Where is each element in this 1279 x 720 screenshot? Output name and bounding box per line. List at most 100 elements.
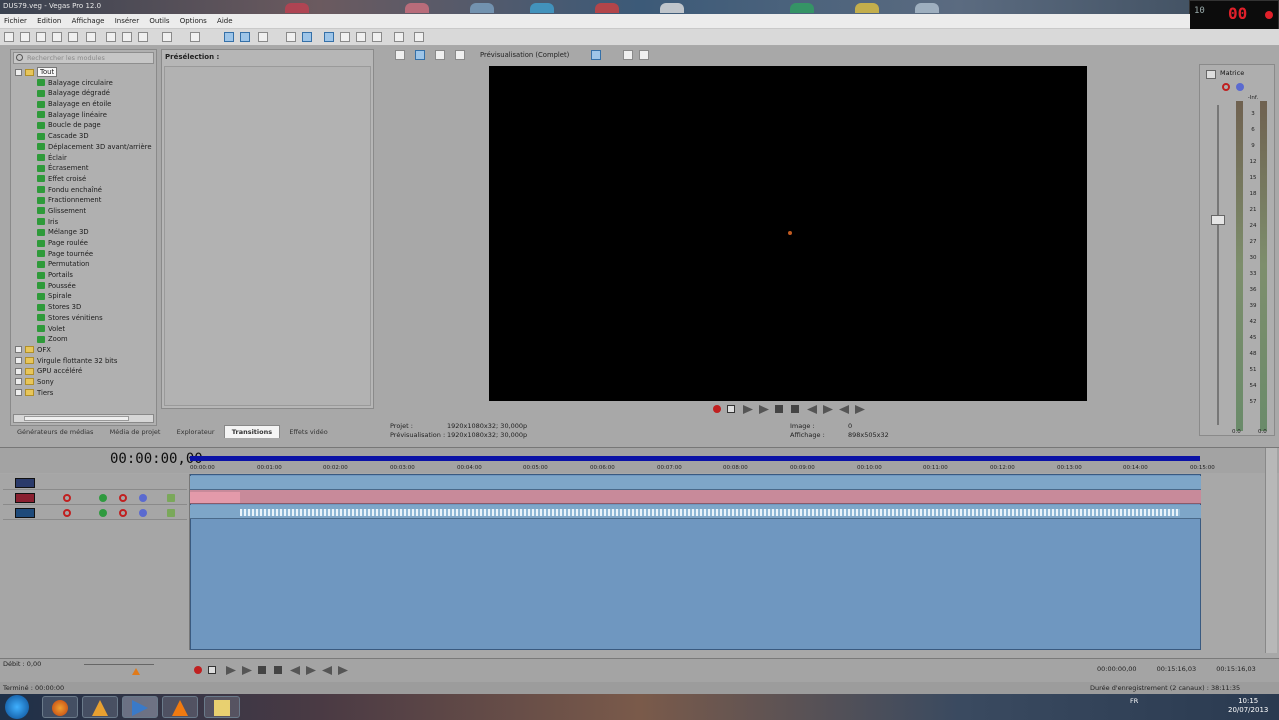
tree-item[interactable]: Cascade 3D <box>15 131 155 142</box>
audio-waveform[interactable] <box>240 509 1180 516</box>
expand-toggle-icon[interactable] <box>15 378 22 386</box>
open-folder-icon[interactable] <box>20 32 30 42</box>
pause-icon[interactable] <box>258 666 266 674</box>
normal-edit-tool-icon[interactable] <box>224 32 234 42</box>
tree-folder[interactable]: OFX <box>15 345 155 356</box>
loop-icon[interactable] <box>208 666 216 674</box>
master-properties-icon[interactable] <box>1206 70 1216 79</box>
go-to-end-icon[interactable] <box>306 666 316 675</box>
auto-crossfade-icon[interactable] <box>324 32 334 42</box>
track-mute-icon[interactable] <box>139 509 147 517</box>
tree-item[interactable]: Fondu enchaîné <box>15 185 155 196</box>
tree-item[interactable]: Stores vénitiens <box>15 313 155 324</box>
track-fx-icon[interactable] <box>63 494 71 502</box>
expand-toggle-icon[interactable] <box>15 346 22 354</box>
envelope-tool-icon[interactable] <box>240 32 250 42</box>
mute-icon[interactable] <box>1236 83 1244 91</box>
track-motion-icon[interactable] <box>99 509 107 517</box>
tab-transitions[interactable]: Transitions <box>223 425 281 438</box>
menu-edition[interactable]: Edition <box>33 14 65 25</box>
volume-fader[interactable] <box>1211 215 1225 225</box>
track-fx-icon[interactable] <box>63 509 71 517</box>
system-clock[interactable]: 10:15 20/07/2013 <box>1228 697 1268 715</box>
vlc-task[interactable] <box>162 696 198 718</box>
play-from-start-icon[interactable] <box>743 405 753 414</box>
menu-fichier[interactable]: Fichier <box>0 14 31 25</box>
undo-icon[interactable] <box>162 32 172 42</box>
start-button[interactable] <box>5 695 29 719</box>
tree-item[interactable]: Page roulée <box>15 238 155 249</box>
tree-folder[interactable]: Tout <box>15 67 155 78</box>
tree-item[interactable]: Poussée <box>15 281 155 292</box>
track-level-icon[interactable] <box>167 494 175 502</box>
track-composite-icon[interactable] <box>119 494 127 502</box>
tree-item[interactable]: Page tournée <box>15 249 155 260</box>
redo-icon[interactable] <box>190 32 200 42</box>
tree-item[interactable]: Écrasement <box>15 163 155 174</box>
video-event-clip[interactable] <box>190 492 240 503</box>
horizontal-scrollbar[interactable] <box>13 414 154 423</box>
tree-item[interactable]: Portails <box>15 270 155 281</box>
next-frame-icon[interactable] <box>855 405 865 414</box>
save-icon[interactable] <box>36 32 46 42</box>
stop-icon[interactable] <box>274 666 282 674</box>
preview-properties-icon[interactable] <box>395 50 405 60</box>
zoom-tool-icon[interactable] <box>286 32 296 42</box>
lock-envelopes-icon[interactable] <box>356 32 366 42</box>
track-motion-icon[interactable] <box>99 494 107 502</box>
save-snapshot-icon[interactable] <box>639 50 649 60</box>
track-row-video[interactable] <box>190 490 1201 504</box>
help-icon[interactable] <box>414 32 424 42</box>
menu-inserer[interactable]: Insérer <box>111 14 143 25</box>
go-to-start-icon[interactable] <box>807 405 817 414</box>
play-from-start-icon[interactable] <box>226 666 236 675</box>
snap-icon[interactable] <box>302 32 312 42</box>
expand-toggle-icon[interactable] <box>15 357 22 365</box>
scrollbar-thumb[interactable] <box>24 416 129 421</box>
tree-folder[interactable]: GPU accéléré <box>15 366 155 377</box>
track-mute-icon[interactable] <box>139 494 147 502</box>
tree-item[interactable]: Balayage en étoile <box>15 99 155 110</box>
vegas-task[interactable] <box>122 696 158 718</box>
vertical-scrollbar[interactable] <box>1265 448 1277 653</box>
tree-item[interactable]: Zoom <box>15 334 155 345</box>
tree-item[interactable]: Balayage linéaire <box>15 110 155 121</box>
previous-frame-icon[interactable] <box>322 666 332 675</box>
expand-toggle-icon[interactable] <box>15 389 22 397</box>
record-icon[interactable] <box>194 666 202 674</box>
tree-item[interactable]: Iris <box>15 217 155 228</box>
tree-item[interactable]: Fractionnement <box>15 195 155 206</box>
overlays-icon[interactable] <box>591 50 601 60</box>
selection-tool-icon[interactable] <box>258 32 268 42</box>
track-composite-icon[interactable] <box>119 509 127 517</box>
menu-options[interactable]: Options <box>176 14 211 25</box>
tree-item[interactable]: Boucle de page <box>15 120 155 131</box>
ignore-grouping-icon[interactable] <box>372 32 382 42</box>
tree-folder[interactable]: Sony <box>15 377 155 388</box>
tree-item[interactable]: Balayage circulaire <box>15 78 155 89</box>
tree-item[interactable]: Balayage dégradé <box>15 88 155 99</box>
tree-item[interactable]: Éclair <box>15 153 155 164</box>
copy-icon[interactable] <box>122 32 132 42</box>
tree-item[interactable]: Mélange 3D <box>15 227 155 238</box>
menu-outils[interactable]: Outils <box>145 14 173 25</box>
track-level-icon[interactable] <box>167 509 175 517</box>
previous-frame-icon[interactable] <box>839 405 849 414</box>
tree-item[interactable]: Volet <box>15 324 155 335</box>
expand-toggle-icon[interactable] <box>15 68 22 76</box>
tree-item[interactable]: Déplacement 3D avant/arrière <box>15 142 155 153</box>
render-icon[interactable] <box>52 32 62 42</box>
play-icon[interactable] <box>242 666 252 675</box>
presets-list[interactable] <box>164 66 371 406</box>
stop-icon[interactable] <box>791 405 799 413</box>
master-fx-icon[interactable] <box>1222 83 1230 91</box>
loop-icon[interactable] <box>727 405 735 413</box>
search-input[interactable]: Rechercher les modules <box>13 52 154 64</box>
pause-icon[interactable] <box>775 405 783 413</box>
tab-explorer[interactable]: Explorateur <box>170 426 222 438</box>
expand-toggle-icon[interactable] <box>15 367 22 375</box>
tab-video-effects[interactable]: Effets vidéo <box>282 426 334 438</box>
paste-icon[interactable] <box>138 32 148 42</box>
go-to-end-icon[interactable] <box>823 405 833 414</box>
split-screen-icon[interactable] <box>435 50 445 60</box>
